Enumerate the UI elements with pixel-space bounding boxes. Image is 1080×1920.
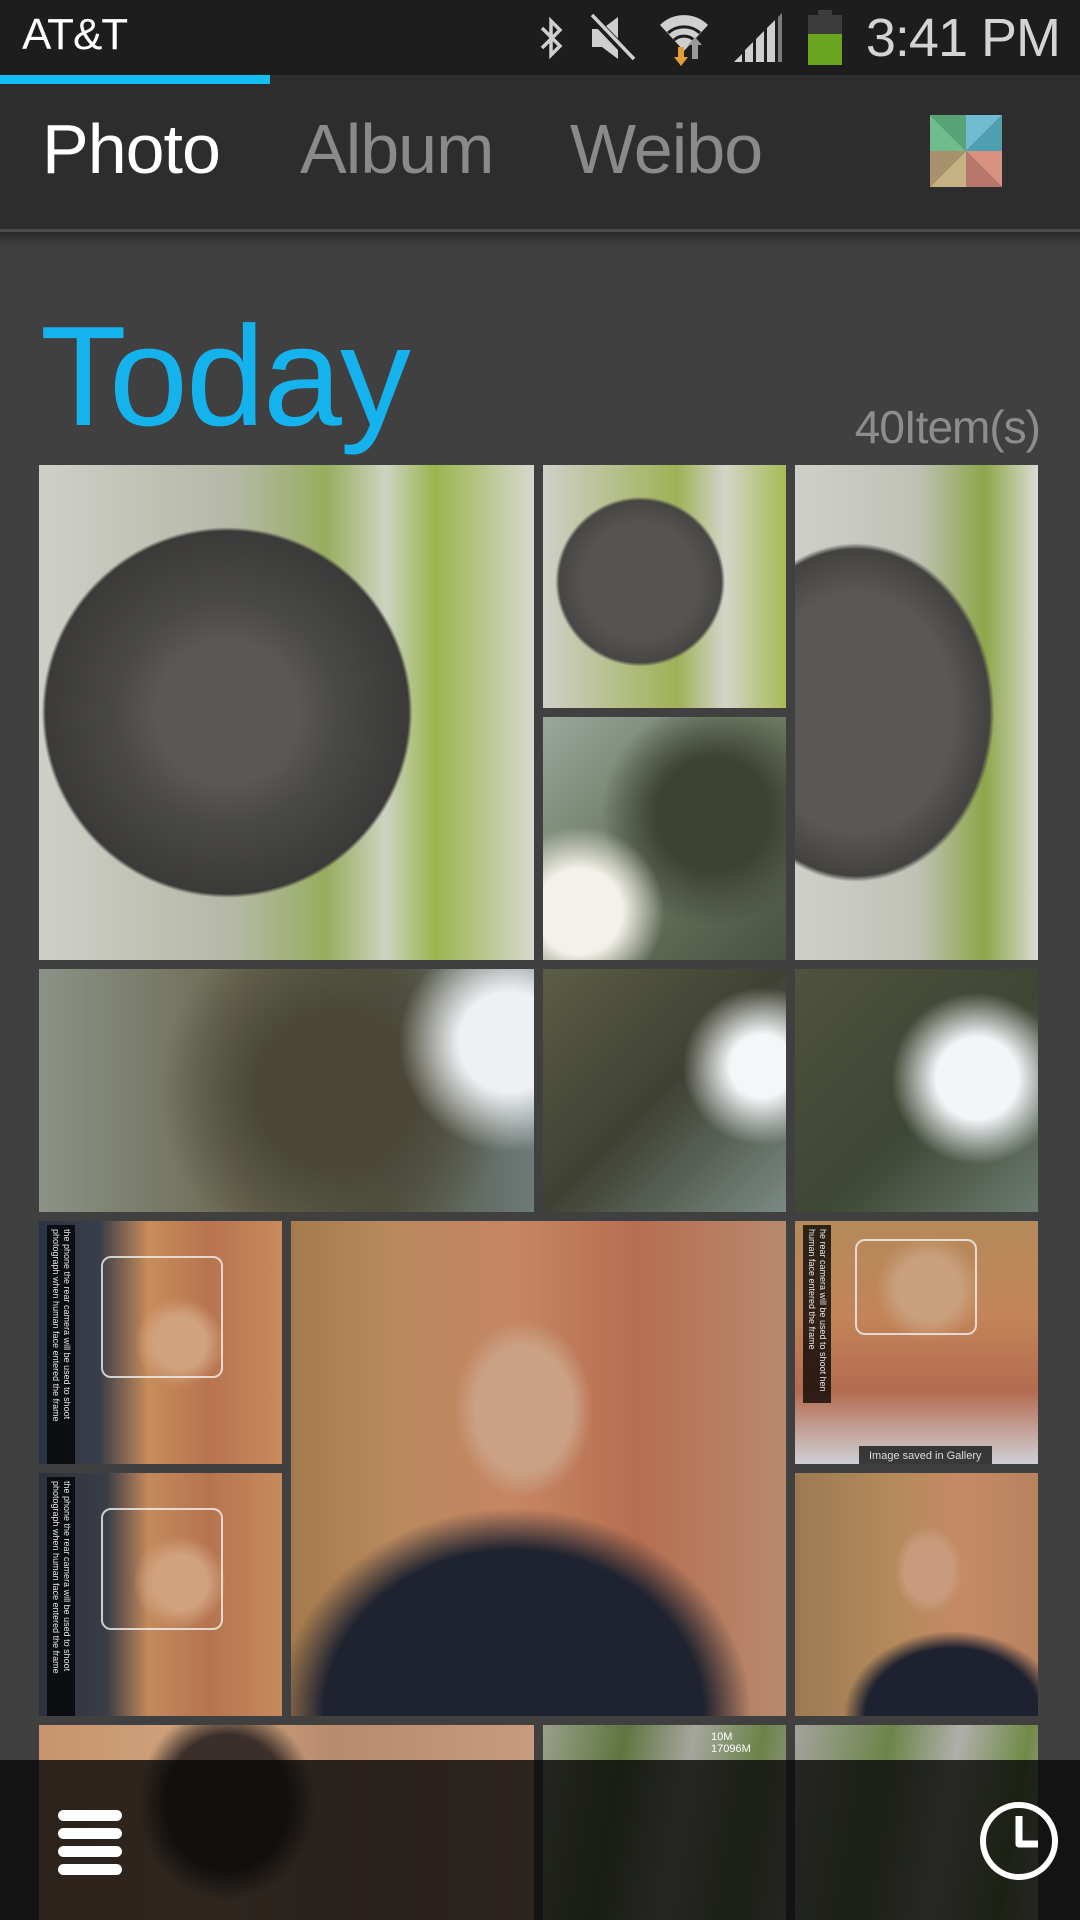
active-tab-indicator [0,75,270,84]
app-launcher-icon[interactable] [930,115,1002,187]
bottom-bar [0,1760,1080,1920]
photo-tile[interactable] [543,717,786,960]
face-frame [101,1508,223,1630]
camera-hint-text: the phone the rear camera will be used t… [47,1225,75,1464]
menu-line [58,1828,122,1839]
tab-bar-shadow [0,232,1080,246]
tab-photo[interactable]: Photo [42,109,221,189]
photo-tile[interactable] [39,465,534,960]
status-bar: AT&T 3:41 PM [0,0,1080,75]
photo-tile[interactable] [795,1473,1038,1716]
tab-album[interactable]: Album [300,109,494,189]
mute-icon [587,13,636,63]
camera-hint-text: the phone the rear camera will be used t… [47,1477,75,1716]
saved-toast: Image saved in Gallery [859,1446,992,1464]
photo-tile[interactable] [795,465,1038,960]
menu-line [58,1846,122,1857]
clock-time: 3:41 PM [865,8,1061,68]
carrier-name: AT&T [22,10,128,59]
face-frame [101,1256,223,1378]
menu-line [58,1864,122,1875]
photo-tile[interactable] [543,969,786,1212]
face-frame [855,1239,977,1335]
clock-icon[interactable] [978,1800,1060,1882]
photo-tile[interactable]: the phone the rear camera will be used t… [39,1221,282,1464]
camera-storage-info: 10M 17096M [711,1731,751,1755]
status-icons: 3:41 PM [538,6,1061,70]
menu-line [58,1810,122,1821]
photo-tile[interactable] [795,969,1038,1212]
bluetooth-icon [540,16,563,60]
signal-icon [733,13,782,62]
tab-bar: Photo Album Weibo [0,75,1080,229]
section-title: Today [40,297,411,456]
photo-tile[interactable] [39,969,534,1212]
photo-tile[interactable] [543,465,786,708]
battery-icon [807,10,842,65]
wifi-icon [659,15,708,66]
tab-weibo[interactable]: Weibo [570,109,763,189]
photo-tile[interactable]: the phone the rear camera will be used t… [39,1473,282,1716]
photo-tile[interactable]: he rear camera will be used to shoot hen… [795,1221,1038,1464]
item-count: 40Item(s) [854,401,1041,453]
hamburger-menu-icon[interactable] [58,1810,122,1875]
camera-hint-text: he rear camera will be used to shoot hen… [803,1225,831,1403]
photo-tile[interactable] [291,1221,786,1716]
